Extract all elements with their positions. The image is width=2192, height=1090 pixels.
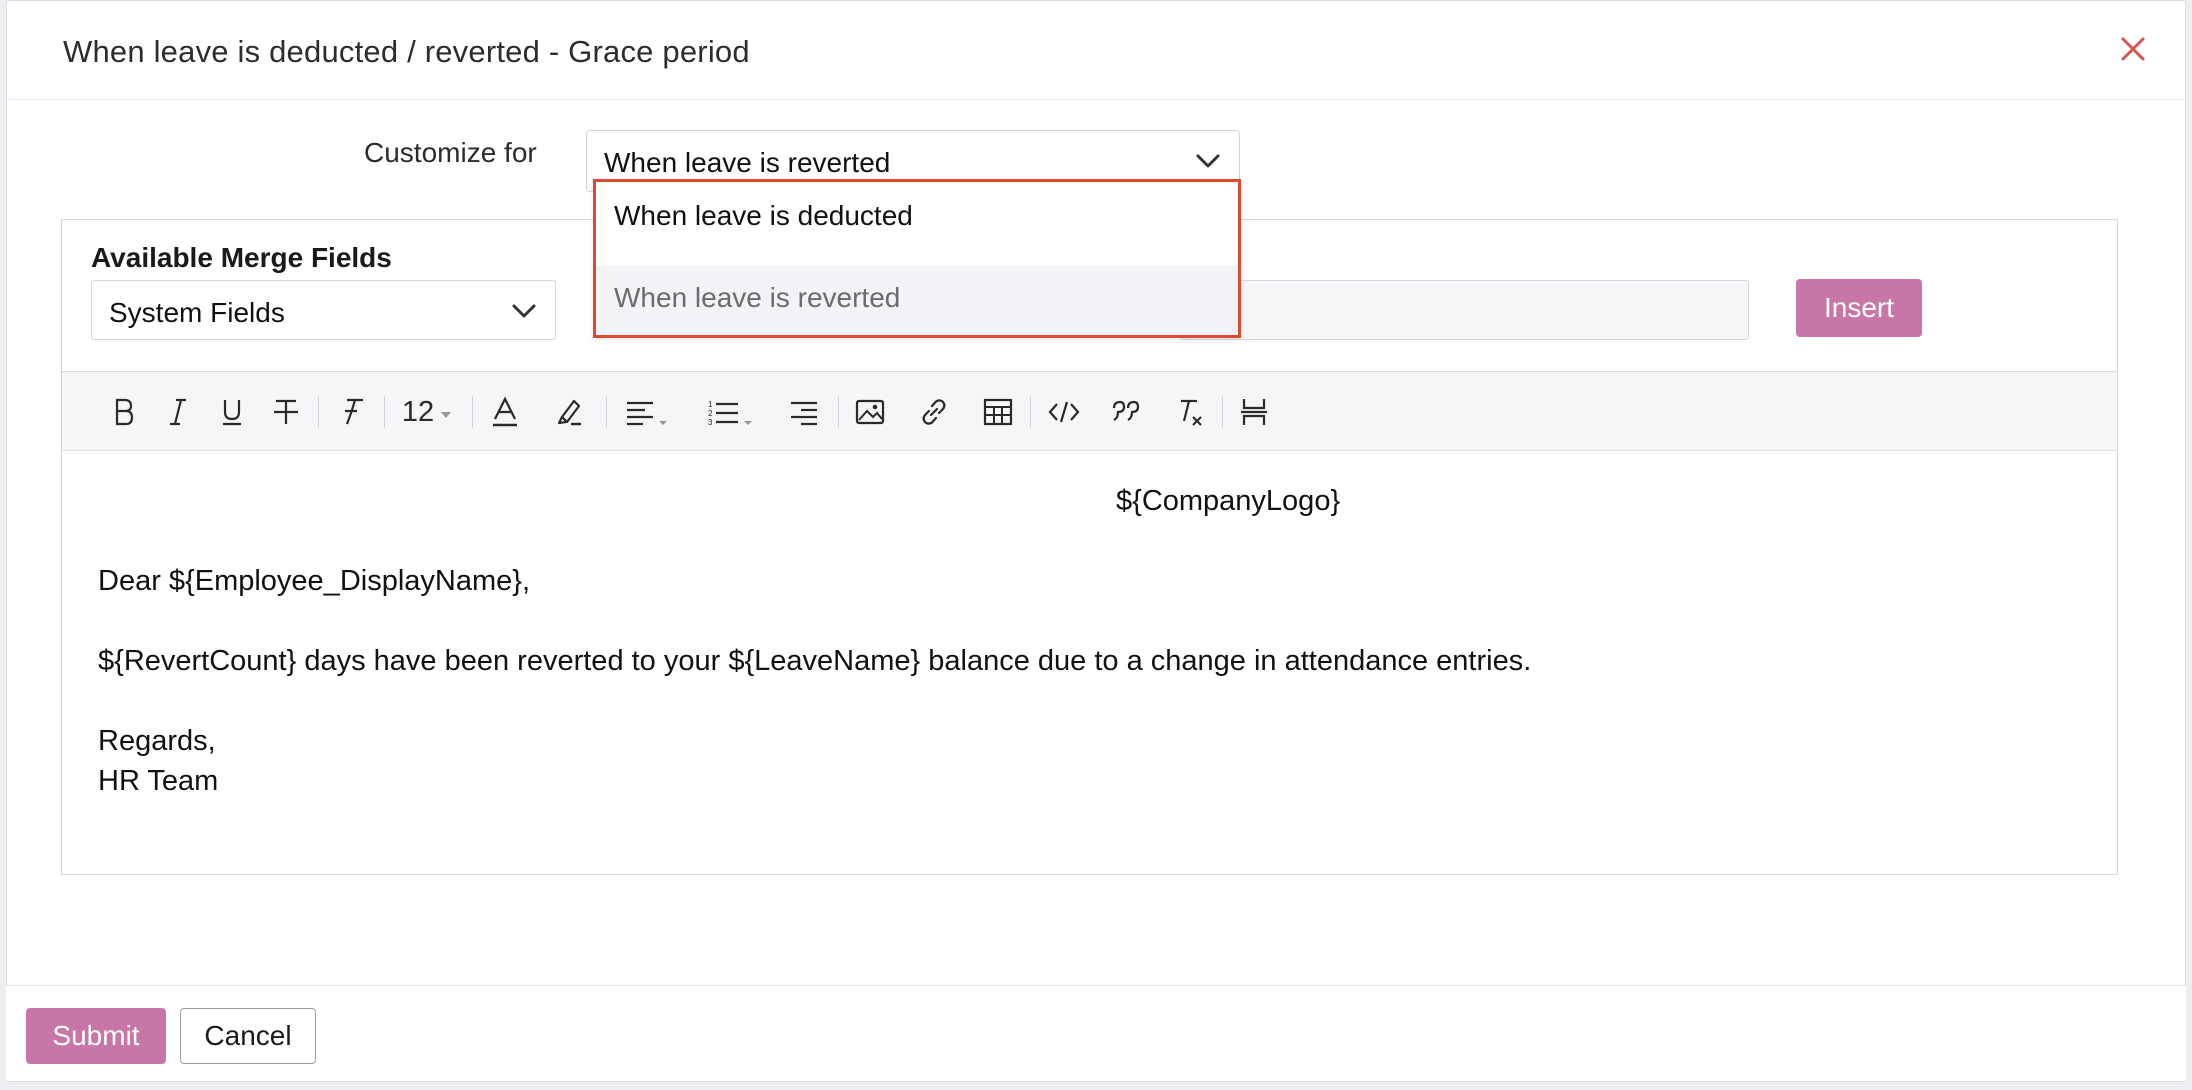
merge-fields-label: Available Merge Fields xyxy=(91,242,392,273)
font-color-icon[interactable] xyxy=(486,392,524,432)
caret-down-icon xyxy=(441,412,452,418)
clear-format-icon[interactable] xyxy=(1170,392,1210,432)
caret-down-icon xyxy=(743,421,752,425)
bold-icon[interactable] xyxy=(106,392,142,432)
align-icon[interactable] xyxy=(620,392,672,432)
page-break-icon[interactable] xyxy=(1234,392,1274,432)
customize-for-dropdown: When leave is deducted When leave is rev… xyxy=(593,179,1241,338)
close-button[interactable] xyxy=(2111,27,2155,71)
svg-text:2: 2 xyxy=(708,409,713,418)
svg-text:1: 1 xyxy=(708,400,713,409)
merge-field-input[interactable] xyxy=(1180,280,1749,340)
customize-for-value: When leave is reverted xyxy=(604,147,891,178)
font-size-value: 12 xyxy=(401,395,435,428)
close-icon xyxy=(2121,37,2145,61)
chevron-down-icon xyxy=(512,304,536,318)
email-greeting[interactable]: Dear ${Employee_DisplayName}, xyxy=(98,565,530,598)
caret-down-icon xyxy=(658,421,667,425)
insert-button[interactable]: Insert xyxy=(1796,279,1922,337)
modal-header: When leave is deducted / reverted - Grac… xyxy=(7,1,2185,100)
option-when-leave-reverted[interactable]: When leave is reverted xyxy=(596,266,1238,335)
company-logo-placeholder[interactable]: ${CompanyLogo} xyxy=(1116,485,1340,518)
merge-fields-select[interactable]: System Fields xyxy=(91,280,556,340)
image-icon[interactable] xyxy=(850,392,890,432)
modal-footer: Submit Cancel xyxy=(6,985,2186,1081)
customize-for-label-text: Customize for xyxy=(364,137,537,168)
modal-title: When leave is deducted / reverted - Grac… xyxy=(63,34,750,69)
table-icon[interactable] xyxy=(978,392,1018,432)
email-message[interactable]: ${RevertCount} days have been reverted t… xyxy=(98,645,1531,678)
editor-toolbar: 12 123 xyxy=(62,371,2117,451)
font-family-icon[interactable] xyxy=(332,392,372,432)
link-icon[interactable] xyxy=(914,392,954,432)
option-when-leave-deducted[interactable]: When leave is deducted xyxy=(596,182,1238,252)
cancel-button[interactable]: Cancel xyxy=(180,1008,316,1064)
option-label: When leave is deducted xyxy=(614,200,913,231)
strikethrough-icon[interactable] xyxy=(268,392,304,432)
submit-button[interactable]: Submit xyxy=(26,1008,166,1064)
option-label: When leave is reverted xyxy=(614,282,901,313)
quote-icon[interactable] xyxy=(1106,392,1146,432)
font-size-select[interactable]: 12 xyxy=(396,392,458,432)
list-icon[interactable]: 123 xyxy=(704,392,756,432)
svg-text:3: 3 xyxy=(708,418,713,426)
chevron-down-icon xyxy=(1196,154,1220,168)
indent-icon[interactable] xyxy=(784,392,824,432)
italic-icon[interactable] xyxy=(160,392,196,432)
highlight-icon[interactable] xyxy=(550,392,588,432)
email-signature[interactable]: HR Team xyxy=(98,765,218,798)
underline-icon[interactable] xyxy=(214,392,250,432)
code-icon[interactable] xyxy=(1042,392,1086,432)
merge-fields-value: System Fields xyxy=(109,297,285,328)
email-regards[interactable]: Regards, xyxy=(98,725,216,758)
